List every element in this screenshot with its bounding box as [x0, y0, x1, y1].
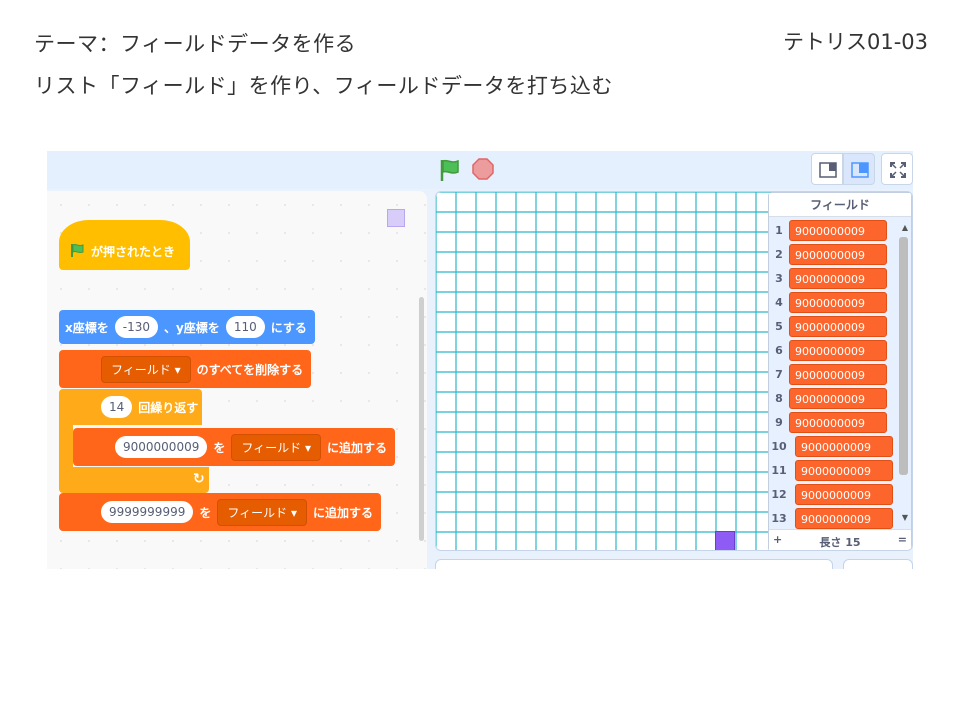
list-item-index: 8: [775, 391, 783, 405]
list-item-index: 13: [771, 511, 787, 525]
chevron-down-icon: ▾: [290, 505, 297, 520]
sprite[interactable]: [715, 531, 735, 550]
list-item-index: 6: [775, 343, 783, 357]
green-flag-icon[interactable]: [437, 157, 463, 183]
delete-all-block[interactable]: フィールド ▾ のすべてを削除する: [59, 350, 312, 388]
list-monitor-title: フィールド: [769, 193, 911, 217]
slide-title: テーマ：フィールドデータを作る: [34, 32, 357, 56]
list-item-index: 9: [775, 415, 783, 429]
stage-selector-pane: [843, 559, 913, 569]
list-item[interactable]: 1 9000000009: [769, 219, 887, 241]
list-item-index: 10: [771, 439, 787, 453]
sprite-info-pane: [435, 559, 833, 569]
list-item-index: 1: [775, 223, 783, 237]
chevron-down-icon: ▾: [174, 362, 181, 377]
list-item-value[interactable]: 9000000009: [789, 315, 887, 337]
delete-all-label: のすべてを削除する: [196, 362, 304, 377]
add-to-list-block[interactable]: 9000000009 を フィールド ▾ に追加する: [73, 428, 396, 466]
repeat-block-bottom: ↻: [59, 467, 209, 493]
chevron-down-icon: ▾: [304, 440, 311, 455]
add-wo-label: を: [199, 505, 212, 520]
list-item-value[interactable]: 9000000009: [789, 267, 887, 289]
goto-x-label: x座標を: [65, 320, 109, 335]
add-value-input[interactable]: 9999999999: [101, 501, 194, 523]
list-item-value[interactable]: 9000000009: [789, 243, 887, 265]
list-item-index: 7: [775, 367, 783, 381]
add-wo-label: を: [213, 440, 226, 455]
goto-x-input[interactable]: -130: [114, 316, 158, 338]
repeat-block[interactable]: 14 回繰り返す: [59, 389, 202, 425]
list-item-index: 5: [775, 319, 783, 333]
list-item-value[interactable]: 9000000009: [789, 387, 887, 409]
code-area[interactable]: が押されたとき x座標を -130 、y座標を 110 にする フィールド ▾ …: [47, 191, 427, 569]
sprite-thumbnail[interactable]: [387, 209, 405, 227]
stage[interactable]: フィールド 1 9000000009 2 9000000009 3 9000000009 4…: [435, 191, 913, 551]
list-item[interactable]: 4 9000000009: [769, 291, 887, 313]
list-dropdown[interactable]: フィールド ▾: [231, 433, 321, 461]
small-stage-icon[interactable]: [811, 153, 843, 185]
list-item-index: 12: [771, 487, 787, 501]
list-item[interactable]: 2 9000000009: [769, 243, 887, 265]
list-item-value[interactable]: 9000000009: [795, 507, 893, 529]
list-item[interactable]: 10 9000000009: [769, 435, 893, 457]
list-item-value[interactable]: 9000000009: [789, 339, 887, 361]
scratch-editor-screenshot: が押されたとき x座標を -130 、y座標を 110 にする フィールド ▾ …: [47, 151, 913, 569]
large-stage-icon[interactable]: [843, 153, 875, 185]
list-item[interactable]: 9 9000000009: [769, 411, 887, 433]
list-item[interactable]: 11 9000000009: [769, 459, 893, 481]
list-monitor[interactable]: フィールド 1 9000000009 2 9000000009 3 9000000009 4…: [768, 192, 912, 550]
repeat-count-input[interactable]: 14: [101, 396, 133, 418]
scroll-up-icon[interactable]: ▲: [902, 223, 908, 232]
add-label: に追加する: [327, 440, 388, 455]
list-item-index: 11: [771, 463, 787, 477]
list-item[interactable]: 5 9000000009: [769, 315, 887, 337]
list-item-index: 4: [775, 295, 783, 309]
list-item-index: 2: [775, 247, 783, 261]
list-item-value[interactable]: 9000000009: [795, 459, 893, 481]
goto-end-label: にする: [270, 320, 307, 335]
stage-toolbar: [47, 151, 913, 189]
when-flag-clicked-block[interactable]: が押されたとき: [59, 220, 190, 270]
goto-y-input[interactable]: 110: [225, 316, 265, 338]
list-item[interactable]: 7 9000000009: [769, 363, 887, 385]
repeat-block-arm: [59, 423, 73, 467]
slide-code: テトリス01-03: [782, 30, 928, 54]
slide-subtitle: リスト「フィールド」を作り、フィールドデータを打ち込む: [34, 74, 613, 98]
add-value-input[interactable]: 9000000009: [115, 436, 208, 458]
hat-block-label: が押されたとき: [91, 244, 176, 259]
list-item-value[interactable]: 9000000009: [795, 435, 893, 457]
list-scrollbar[interactable]: [899, 237, 908, 475]
list-length: 長さ 15: [819, 536, 861, 549]
code-area-scrollbar[interactable]: [419, 297, 424, 541]
add-to-list-block[interactable]: 9999999999 を フィールド ▾ に追加する: [59, 493, 382, 531]
list-item[interactable]: 6 9000000009: [769, 339, 887, 361]
list-item[interactable]: 3 9000000009: [769, 267, 887, 289]
list-dropdown[interactable]: フィールド ▾: [101, 355, 191, 383]
stop-icon[interactable]: [471, 157, 495, 181]
list-item-value[interactable]: 9000000009: [789, 219, 887, 241]
repeat-label: 回繰り返す: [138, 400, 199, 415]
fullscreen-icon[interactable]: [881, 153, 913, 185]
list-item-value[interactable]: 9000000009: [789, 363, 887, 385]
list-item-value[interactable]: 9000000009: [789, 411, 887, 433]
list-item[interactable]: 12 9000000009: [769, 483, 893, 505]
list-item-index: 3: [775, 271, 783, 285]
list-item-value[interactable]: 9000000009: [789, 291, 887, 313]
loop-arrow-icon: ↻: [193, 471, 205, 487]
resize-handle[interactable]: =: [898, 533, 907, 546]
scroll-down-icon[interactable]: ▼: [902, 513, 908, 522]
list-item[interactable]: 8 9000000009: [769, 387, 887, 409]
list-item[interactable]: 13 9000000009: [769, 507, 893, 529]
list-dropdown[interactable]: フィールド ▾: [217, 498, 307, 526]
list-monitor-footer: + 長さ 15 =: [769, 529, 911, 550]
add-label: に追加する: [313, 505, 374, 520]
goto-y-label: 、y座標を: [163, 320, 220, 335]
list-item-value[interactable]: 9000000009: [795, 483, 893, 505]
goto-xy-block[interactable]: x座標を -130 、y座標を 110 にする: [59, 310, 315, 344]
green-flag-icon: [69, 242, 85, 261]
